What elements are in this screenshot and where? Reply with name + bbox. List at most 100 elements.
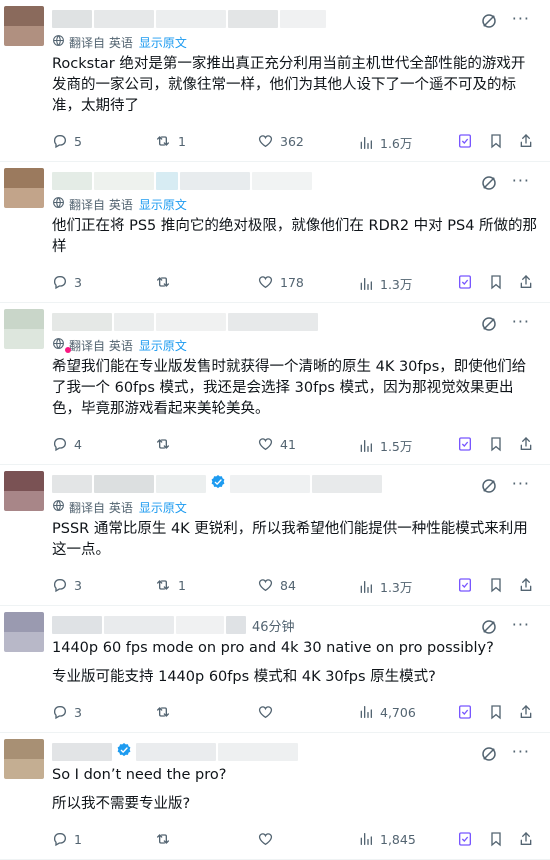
avatar[interactable]	[4, 612, 44, 652]
blurred-username[interactable]	[176, 616, 224, 634]
like-button[interactable]: 84	[257, 577, 296, 593]
grok-button[interactable]	[457, 577, 473, 593]
more-icon[interactable]: ···	[512, 617, 530, 633]
reply-button[interactable]: 3	[52, 704, 82, 720]
blurred-username[interactable]	[52, 313, 112, 331]
grok-icon[interactable]	[480, 745, 498, 763]
retweet-button[interactable]	[154, 274, 178, 290]
retweet-button[interactable]	[154, 436, 178, 452]
grok-icon[interactable]	[480, 315, 498, 333]
post-text-translation: 专业版可能支持 1440p 60fps 模式和 4K 30fps 原生模式?	[52, 669, 436, 685]
views-button[interactable]: 1.3万	[358, 274, 412, 293]
blurred-username[interactable]	[156, 10, 226, 28]
reply-post[interactable]: ··· So I don’t need the pro? 所以我不需要专业版? 1 1,…	[0, 733, 550, 860]
avatar[interactable]	[4, 309, 44, 349]
views-button[interactable]: 4,706	[358, 704, 416, 720]
reply-feed: ··· 翻译自 英语 显示原文 Rockstar 绝对是第一家推出真正充分利用当前主机…	[0, 0, 550, 860]
reply-post[interactable]: ··· 翻译自 英语 显示原文 希望我们能在专业版发售时就获得一个清晰的原生 4K 3…	[0, 303, 550, 465]
blurred-username[interactable]	[228, 313, 318, 331]
like-button[interactable]: 362	[257, 133, 304, 149]
retweet-icon	[154, 577, 172, 593]
blurred-username[interactable]	[252, 172, 312, 190]
blurred-handle[interactable]	[218, 743, 298, 761]
post-time[interactable]: 46分钟	[252, 616, 295, 635]
more-icon[interactable]: ···	[512, 11, 530, 27]
like-button[interactable]	[257, 831, 280, 847]
avatar[interactable]	[4, 471, 44, 511]
blurred-username[interactable]	[94, 10, 154, 28]
avatar[interactable]	[4, 168, 44, 208]
blurred-handle[interactable]	[312, 475, 382, 493]
blurred-username[interactable]	[114, 313, 154, 331]
bookmark-button[interactable]	[488, 436, 504, 452]
views-button[interactable]: 1.6万	[358, 133, 412, 152]
like-button[interactable]: 178	[257, 274, 304, 290]
show-original-link[interactable]: 显示原文	[139, 337, 187, 354]
blurred-username[interactable]	[104, 616, 174, 634]
grok-icon[interactable]	[480, 618, 498, 636]
bookmark-button[interactable]	[488, 274, 504, 290]
share-button[interactable]	[518, 274, 534, 290]
avatar[interactable]	[4, 739, 44, 779]
grok-button[interactable]	[457, 274, 473, 290]
share-button[interactable]	[518, 436, 534, 452]
reply-post[interactable]: ··· 翻译自 英语 显示原文 PSSR 通常比原生 4K 更锐利，所以我希望他们能提…	[0, 465, 550, 606]
more-icon[interactable]: ···	[512, 173, 530, 189]
share-button[interactable]	[518, 577, 534, 593]
grok-icon[interactable]	[480, 174, 498, 192]
reply-button[interactable]: 3	[52, 274, 82, 290]
grok-button[interactable]	[457, 704, 473, 720]
bookmark-button[interactable]	[488, 831, 504, 847]
blurred-username[interactable]	[156, 172, 178, 190]
views-button[interactable]: 1.3万	[358, 577, 412, 596]
more-icon[interactable]: ···	[512, 744, 530, 760]
avatar[interactable]	[4, 6, 44, 46]
blurred-username[interactable]	[52, 475, 92, 493]
blurred-username[interactable]	[94, 172, 154, 190]
bookmark-button[interactable]	[488, 133, 504, 149]
blurred-handle[interactable]	[230, 475, 310, 493]
blurred-username[interactable]	[226, 616, 246, 634]
reply-button[interactable]: 3	[52, 577, 82, 593]
retweet-button[interactable]	[154, 704, 178, 720]
reply-post[interactable]: 46分钟 ··· 1440p 60 fps mode on pro and 4k 3…	[0, 606, 550, 733]
retweet-button[interactable]: 1	[154, 577, 186, 593]
grok-button[interactable]	[457, 133, 473, 149]
show-original-link[interactable]: 显示原文	[139, 499, 187, 516]
like-button[interactable]	[257, 704, 280, 720]
blurred-username[interactable]	[228, 10, 278, 28]
blurred-username[interactable]	[52, 10, 92, 28]
retweet-button[interactable]: 1	[154, 133, 186, 149]
more-icon[interactable]: ···	[512, 476, 530, 492]
blurred-username[interactable]	[156, 313, 226, 331]
retweet-button[interactable]	[154, 831, 178, 847]
grok-button[interactable]	[457, 436, 473, 452]
grok-icon[interactable]	[480, 477, 498, 495]
show-original-link[interactable]: 显示原文	[139, 196, 187, 213]
reply-button[interactable]: 5	[52, 133, 82, 149]
grok-icon[interactable]	[480, 12, 498, 30]
views-button[interactable]: 1,845	[358, 831, 416, 847]
views-button[interactable]: 1.5万	[358, 436, 412, 455]
bookmark-button[interactable]	[488, 704, 504, 720]
more-icon[interactable]: ···	[512, 314, 530, 330]
blurred-username[interactable]	[52, 172, 92, 190]
blurred-username[interactable]	[52, 743, 112, 761]
reply-post[interactable]: ··· 翻译自 英语 显示原文 他们正在将 PS5 推向它的绝对极限，就像他们在 RD…	[0, 162, 550, 303]
reply-button[interactable]: 4	[52, 436, 82, 452]
bookmark-button[interactable]	[488, 577, 504, 593]
blurred-username[interactable]	[52, 616, 102, 634]
reply-post[interactable]: ··· 翻译自 英语 显示原文 Rockstar 绝对是第一家推出真正充分利用当前主机…	[0, 0, 550, 162]
share-button[interactable]	[518, 704, 534, 720]
blurred-handle[interactable]	[136, 743, 216, 761]
blurred-username[interactable]	[280, 10, 326, 28]
blurred-username[interactable]	[156, 475, 206, 493]
reply-button[interactable]: 1	[52, 831, 82, 847]
grok-button[interactable]	[457, 831, 473, 847]
like-button[interactable]: 41	[257, 436, 296, 452]
blurred-username[interactable]	[180, 172, 250, 190]
share-button[interactable]	[518, 133, 534, 149]
share-button[interactable]	[518, 831, 534, 847]
blurred-username[interactable]	[94, 475, 154, 493]
show-original-link[interactable]: 显示原文	[139, 34, 187, 51]
